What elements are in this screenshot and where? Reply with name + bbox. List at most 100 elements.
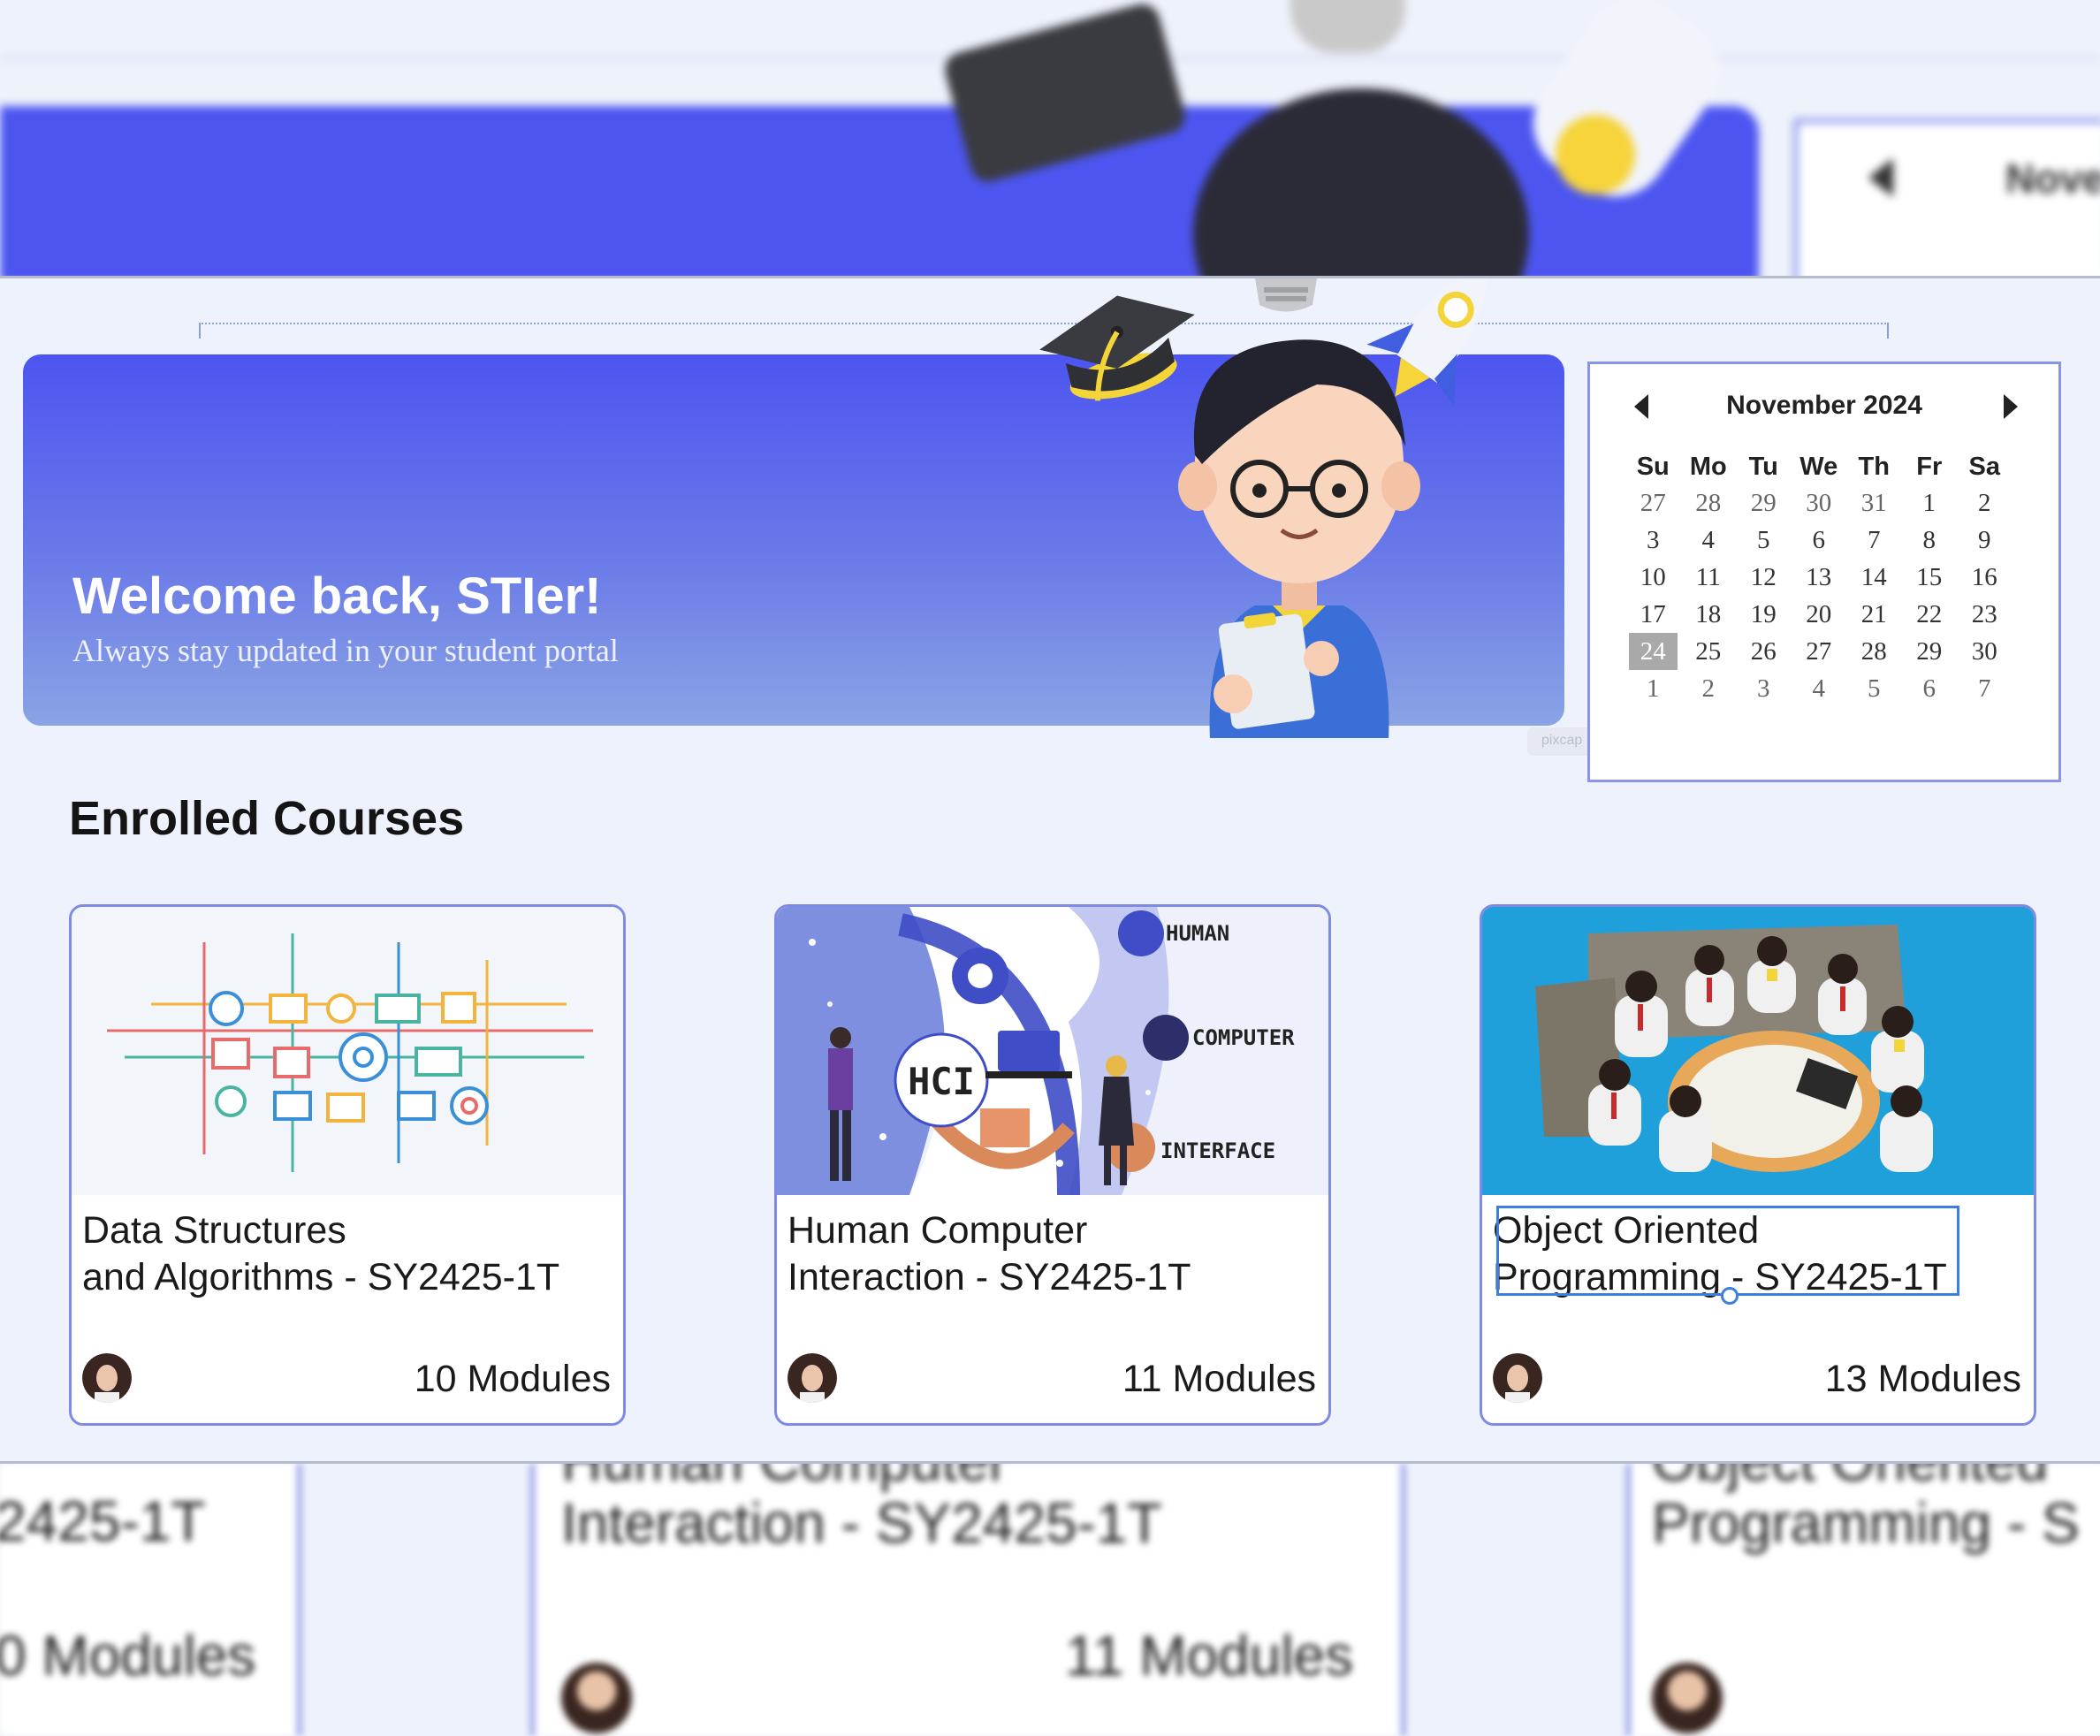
calendar-day[interactable]: 7 <box>1960 670 2009 707</box>
calendar-day[interactable]: 30 <box>1795 484 1844 522</box>
calendar-day[interactable]: 20 <box>1795 596 1844 633</box>
calendar-day[interactable]: 17 <box>1629 596 1678 633</box>
algorithm-icons-illustration <box>107 933 593 1172</box>
course-title-dsa[interactable]: Data Structures and Algorithms - SY2425-… <box>82 1207 612 1301</box>
course-title-line: Data Structures <box>82 1209 346 1252</box>
backdrop-card-2-avatar <box>561 1663 632 1733</box>
course-title-line: and Algorithms - SY2425-1T <box>82 1256 560 1298</box>
calendar-day[interactable]: 4 <box>1795 670 1844 707</box>
backdrop-top: Nove <box>0 0 2100 380</box>
calendar-day[interactable]: 30 <box>1960 633 2009 670</box>
course-thumbnail-oop <box>1482 907 2034 1195</box>
calendar-day[interactable]: 29 <box>1906 633 1954 670</box>
course-card-data-structures[interactable]: Data Structures and Algorithms - SY2425-… <box>69 904 626 1426</box>
weekday-label: Su <box>1636 453 1670 481</box>
backdrop-card-1-modules: 0 Modules <box>0 1624 256 1687</box>
calendar-day[interactable]: 13 <box>1795 559 1844 596</box>
backdrop-card-2-modules: 11 Modules <box>1065 1624 1354 1687</box>
instructor-avatar <box>1493 1353 1542 1403</box>
calendar-day[interactable]: 14 <box>1850 559 1898 596</box>
calendar-day[interactable]: 22 <box>1906 596 1954 633</box>
calendar-day[interactable]: 4 <box>1685 522 1733 559</box>
calendar-day[interactable]: 27 <box>1629 484 1678 522</box>
calendar-day[interactable]: 28 <box>1850 633 1898 670</box>
backdrop-calendar-title: Nove <box>2005 156 2100 202</box>
calendar-day[interactable]: 3 <box>1629 522 1678 559</box>
backdrop-card-3-avatar <box>1652 1663 1723 1733</box>
selection-outline <box>1496 1206 1959 1296</box>
calendar-day[interactable]: 2 <box>1960 484 2009 522</box>
calendar-day[interactable]: 25 <box>1685 633 1733 670</box>
calendar-day[interactable]: 8 <box>1906 522 1954 559</box>
welcome-subtitle: Always stay updated in your student port… <box>72 633 619 668</box>
next-month-arrow-icon[interactable] <box>2004 394 2018 419</box>
graduation-cap-icon <box>1039 295 1195 401</box>
calendar-day[interactable]: 23 <box>1960 596 2009 633</box>
weekday-label: Th <box>1858 453 1890 481</box>
student-illustration <box>1039 278 1487 738</box>
module-count: 10 Modules <box>414 1358 611 1400</box>
hci-center-label: HCI <box>908 1060 975 1103</box>
student-character <box>1178 339 1420 738</box>
course-card-hci[interactable]: HCI HUMAN COMPUTER INTERFACE Human Compu… <box>774 904 1331 1426</box>
calendar-day[interactable]: 26 <box>1739 633 1788 670</box>
course-card-oop[interactable]: Object Oriented Programming - SY2425-1T … <box>1480 904 2036 1426</box>
layout-guide-left <box>199 323 201 339</box>
weekday-label: We <box>1799 453 1838 481</box>
mini-calendar: November 2024 Su Mo Tu We Th Fr Sa 27 28 29 30 31 1 2… <box>1587 362 2061 782</box>
backdrop-card-1: 2425-1T 0 Modules <box>0 1464 301 1736</box>
calendar-day[interactable]: 2 <box>1685 670 1733 707</box>
calendar-day[interactable]: 19 <box>1739 596 1788 633</box>
calendar-day[interactable]: 10 <box>1629 559 1678 596</box>
calendar-header: November 2024 <box>1590 380 2058 424</box>
backdrop-card-3-line2: Programming - S <box>1652 1491 2080 1555</box>
layout-guide-right <box>1887 323 1889 339</box>
pixcap-watermark-text: pixcap <box>1541 733 1583 748</box>
calendar-grid: Su Mo Tu We Th Fr Sa 27 28 29 30 31 1 2 3 4 5 6 7 8 9 10 11 12 1… <box>1625 449 2014 707</box>
calendar-day[interactable]: 5 <box>1739 522 1788 559</box>
calendar-month-label: November 2024 <box>1726 391 1922 420</box>
hci-interface-label: INTERFACE <box>1160 1138 1275 1163</box>
calendar-day[interactable]: 1 <box>1906 484 1954 522</box>
course-title-line: Human Computer <box>788 1209 1088 1252</box>
calendar-day[interactable]: 3 <box>1739 670 1788 707</box>
backdrop-card-2-line2: Interaction - SY2425-1T <box>561 1491 1162 1555</box>
course-thumbnail-dsa <box>72 907 623 1195</box>
weekday-label: Tu <box>1748 453 1778 481</box>
resize-handle[interactable] <box>1721 1287 1739 1305</box>
backdrop-card-1-title: 2425-1T <box>0 1489 206 1553</box>
calendar-day[interactable]: 6 <box>1795 522 1844 559</box>
calendar-day[interactable]: 21 <box>1850 596 1898 633</box>
calendar-day[interactable]: 1 <box>1629 670 1678 707</box>
calendar-day[interactable]: 27 <box>1795 633 1844 670</box>
instructor-avatar <box>82 1353 132 1403</box>
backdrop-card-3: Object Oriented Programming - S <box>1626 1429 2100 1736</box>
calendar-day[interactable]: 29 <box>1739 484 1788 522</box>
calendar-day[interactable]: 11 <box>1685 559 1733 596</box>
instructor-avatar <box>788 1353 837 1403</box>
lightbulb-icon <box>1255 278 1317 312</box>
calendar-day[interactable]: 7 <box>1850 522 1898 559</box>
calendar-day[interactable]: 5 <box>1850 670 1898 707</box>
calendar-day-today[interactable]: 24 <box>1629 633 1678 670</box>
enrolled-courses-heading: Enrolled Courses <box>69 792 465 845</box>
course-thumbnail-hci: HCI HUMAN COMPUTER INTERFACE <box>777 907 1328 1195</box>
calendar-day[interactable]: 28 <box>1685 484 1733 522</box>
calendar-day[interactable]: 31 <box>1850 484 1898 522</box>
calendar-day[interactable]: 16 <box>1960 559 2009 596</box>
backdrop-rocket-flame <box>1556 115 1635 194</box>
students-group-photo <box>1482 907 2034 1195</box>
module-count: 11 Modules <box>1122 1358 1316 1400</box>
calendar-day[interactable]: 12 <box>1739 559 1788 596</box>
hci-computer-label: COMPUTER <box>1192 1025 1295 1050</box>
course-title-hci[interactable]: Human Computer Interaction - SY2425-1T <box>788 1207 1318 1301</box>
module-count: 13 Modules <box>1824 1358 2021 1400</box>
hci-human-label: HUMAN <box>1166 921 1229 946</box>
hci-illustration: HCI HUMAN COMPUTER INTERFACE <box>777 907 1295 1195</box>
weekday-label: Fr <box>1916 453 1943 481</box>
calendar-day[interactable]: 15 <box>1906 559 1954 596</box>
backdrop-lightbulb-icon <box>1290 0 1405 53</box>
calendar-day[interactable]: 9 <box>1960 522 2009 559</box>
calendar-day[interactable]: 18 <box>1685 596 1733 633</box>
calendar-day[interactable]: 6 <box>1906 670 1954 707</box>
